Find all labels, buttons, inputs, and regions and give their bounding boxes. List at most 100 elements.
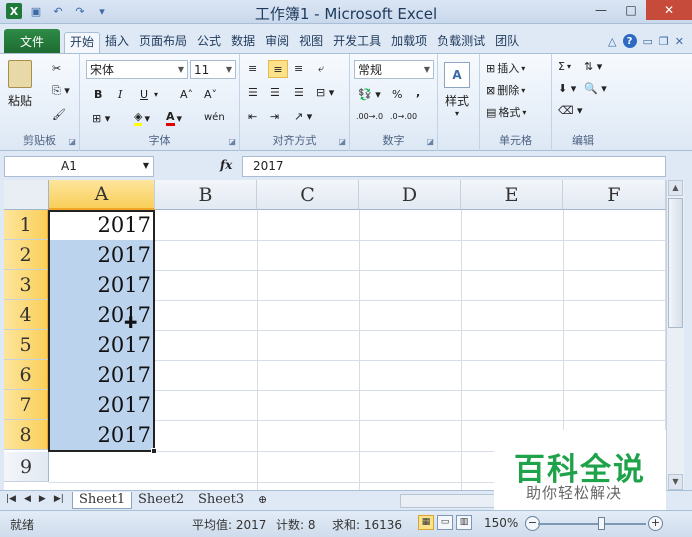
fill-icon[interactable]: ⬇ ▾ [558,82,576,95]
autosum-button[interactable]: Σ ▾ [558,60,571,73]
grow-font-button[interactable]: A˄ [180,88,193,101]
tab-developer[interactable]: 开发工具 [328,32,386,53]
horizontal-scrollbar[interactable] [400,494,496,508]
align-middle-icon[interactable]: ≡ [268,60,288,78]
tab-insert[interactable]: 插入 [100,32,134,53]
borders-icon[interactable]: ⊞ ▾ [92,112,110,125]
align-center-icon[interactable]: ☰ [270,86,280,99]
tab-home[interactable]: 开始 [64,32,101,53]
cut-icon[interactable]: ✂ [52,62,61,75]
wrap-text-icon[interactable]: ⤶ [318,62,324,76]
tab-formulas[interactable]: 公式 [192,32,226,53]
cell-a2[interactable]: 2017 [49,240,155,270]
increase-decimal-button[interactable]: .00→.0 [356,112,383,121]
sheet-tab-sheet1[interactable]: Sheet1 [72,492,133,509]
cell-a3[interactable]: 2017 [49,270,155,300]
find-select-icon[interactable]: 🔍 ▾ [584,82,607,95]
tab-file[interactable]: 文件 [4,29,60,53]
fill-handle[interactable] [151,448,157,454]
doc-minimize-icon[interactable]: ▭ [643,35,653,48]
font-launcher-icon[interactable]: ◪ [228,137,236,146]
font-name-combo[interactable]: 宋体 ▼ [86,60,188,79]
column-header-e[interactable]: E [461,180,563,210]
align-right-icon[interactable]: ☰ [294,86,304,99]
row-header-6[interactable]: 6 [4,360,49,390]
align-bottom-icon[interactable]: ≡ [294,62,303,75]
decrease-decimal-button[interactable]: .0→.00 [390,112,417,121]
row-header-9[interactable]: 9 [4,452,49,482]
next-sheet-icon[interactable]: ▶ [39,494,46,504]
currency-icon[interactable]: 💱 ▾ [358,88,381,101]
format-painter-icon[interactable]: 🖌 [52,108,66,121]
tab-review[interactable]: 审阅 [260,32,294,53]
format-cells-button[interactable]: ▤ 格式 ▾ [486,104,526,120]
comma-button[interactable]: , [416,86,420,99]
tab-view[interactable]: 视图 [294,32,328,53]
row-header-5[interactable]: 5 [4,330,49,360]
cell-a8[interactable]: 2017 [49,420,155,450]
column-header-d[interactable]: D [359,180,461,210]
scroll-down-icon[interactable]: ▼ [668,474,683,490]
alignment-launcher-icon[interactable]: ◪ [338,137,346,146]
normal-view-icon[interactable]: ▦ [418,515,434,530]
vertical-scrollbar[interactable]: ▲ ▼ [666,180,684,490]
column-header-a[interactable]: A [49,180,155,210]
row-header-7[interactable]: 7 [4,390,49,420]
tab-addins[interactable]: 加载项 [386,32,432,53]
phonetic-button[interactable]: wén [204,112,225,123]
font-color-icon[interactable]: A ▾ [166,110,182,126]
doc-close-icon[interactable]: ✕ [675,35,684,48]
cell-a7[interactable]: 2017 [49,390,155,420]
scroll-up-icon[interactable]: ▲ [668,180,683,196]
underline-dropdown-icon[interactable]: ▾ [154,90,158,99]
increase-indent-icon[interactable]: ⇥ [270,110,279,123]
minimize-button[interactable]: — [586,0,616,20]
copy-icon[interactable]: ⎘ ▾ [52,84,70,98]
insert-cells-button[interactable]: ⊞ 插入 ▾ [486,60,525,76]
number-format-combo[interactable]: 常规 ▼ [354,60,434,79]
align-top-icon[interactable]: ≡ [248,62,257,75]
prev-sheet-icon[interactable]: ◀ [24,494,31,504]
sort-filter-icon[interactable]: ⇅ ▾ [584,60,602,73]
row-header-2[interactable]: 2 [4,240,49,270]
name-box[interactable]: A1 ▼ [4,156,154,177]
column-header-c[interactable]: C [257,180,359,210]
cell-a6[interactable]: 2017 [49,360,155,390]
italic-button[interactable]: I [118,88,122,101]
zoom-slider-knob[interactable] [598,517,605,530]
fill-color-icon[interactable]: ◈ ▾ [134,110,150,126]
last-sheet-icon[interactable]: ▶| [54,494,64,504]
number-launcher-icon[interactable]: ◪ [426,137,434,146]
decrease-indent-icon[interactable]: ⇤ [248,110,257,123]
close-button[interactable]: ✕ [646,0,692,20]
align-left-icon[interactable]: ☰ [248,86,258,99]
clear-icon[interactable]: ⌫ ▾ [558,104,583,117]
orientation-icon[interactable]: ↗ ▾ [294,110,312,123]
merge-center-icon[interactable]: ⊟ ▾ [316,86,334,99]
insert-sheet-icon[interactable]: ⊕ [252,492,273,509]
row-header-1[interactable]: 1 [4,210,49,240]
tab-page-layout[interactable]: 页面布局 [134,32,192,53]
shrink-font-button[interactable]: A˅ [204,88,217,101]
column-header-b[interactable]: B [155,180,257,210]
row-header-4[interactable]: 4 [4,300,49,330]
tab-data[interactable]: 数据 [226,32,260,53]
scroll-thumb[interactable] [668,198,683,328]
insert-function-icon[interactable]: fx [220,158,232,172]
select-all-corner[interactable] [4,180,49,210]
underline-button[interactable]: U [140,88,148,101]
tab-team[interactable]: 团队 [490,32,524,53]
collapse-ribbon-icon[interactable]: △ [608,35,616,48]
paste-button[interactable]: 粘贴 [8,60,32,109]
column-header-f[interactable]: F [563,180,666,210]
sheet-tab-sheet2[interactable]: Sheet2 [132,492,190,509]
sheet-tab-sheet3[interactable]: Sheet3 [192,492,250,509]
bold-button[interactable]: B [94,88,102,101]
page-break-view-icon[interactable]: ▥ [456,515,472,530]
zoom-level[interactable]: 150% [484,516,518,530]
help-icon[interactable]: ? [622,34,637,48]
tab-load-test[interactable]: 负载测试 [432,32,490,53]
maximize-button[interactable]: □ [616,0,646,20]
doc-restore-icon[interactable]: ❐ [659,35,669,48]
row-header-3[interactable]: 3 [4,270,49,300]
